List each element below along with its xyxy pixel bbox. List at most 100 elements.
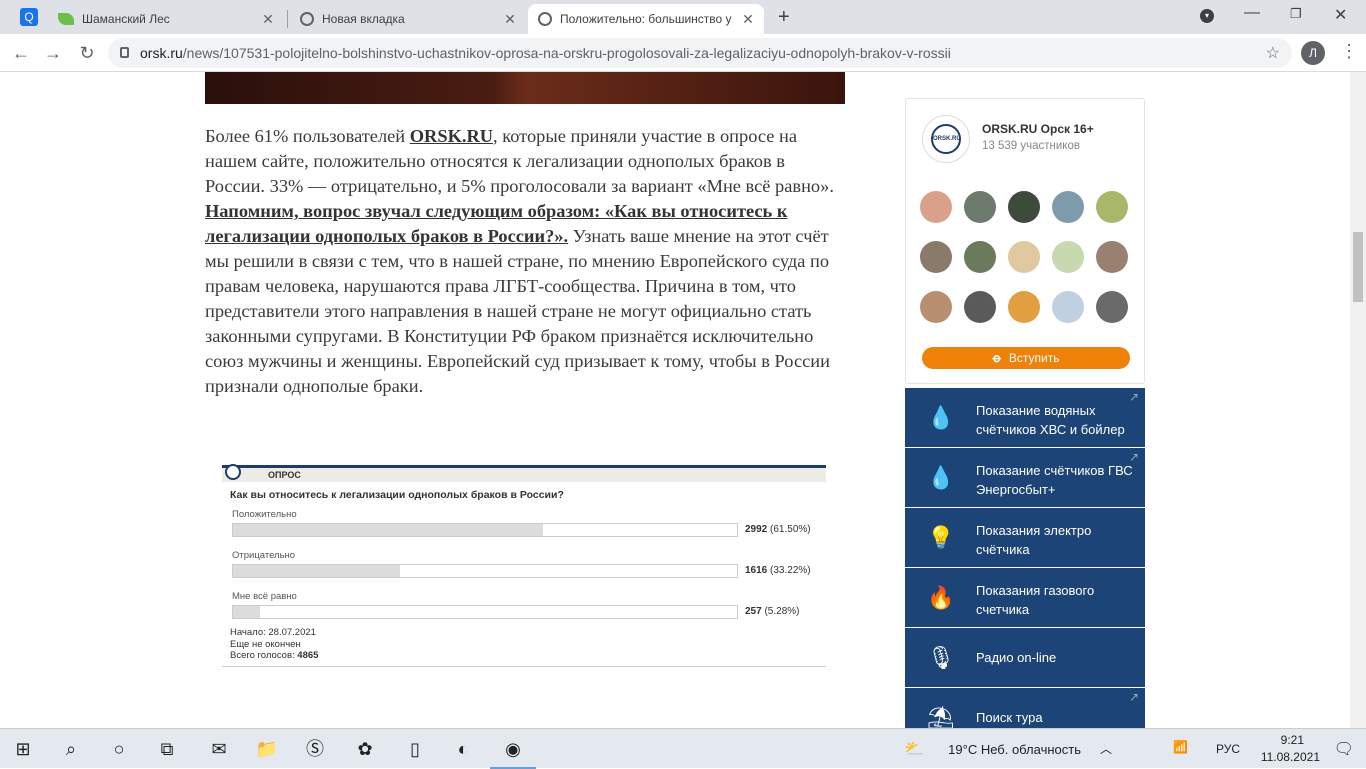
group-name[interactable]: ORSK.RU Орск 16+ <box>982 122 1094 136</box>
bookmark-star-icon[interactable]: ☆ <box>1266 43 1280 63</box>
ok-group-widget: ORSK.RU ORSK.RU Орск 16+ 13 539 участник… <box>905 98 1145 384</box>
member-avatar[interactable] <box>920 291 952 323</box>
web-page: Более 61% пользователей ORSK.RU, которые… <box>0 72 1350 728</box>
member-avatar[interactable] <box>1052 191 1084 223</box>
tab-new-tab[interactable]: Новая вкладка ✕ <box>290 4 526 34</box>
member-avatar[interactable] <box>964 191 996 223</box>
close-icon[interactable]: ✕ <box>260 11 276 27</box>
light-bulb-icon: 💡 <box>927 525 955 550</box>
back-button[interactable]: ← <box>8 40 34 66</box>
page-scrollbar[interactable] <box>1350 72 1366 728</box>
service-water-hvs[interactable]: 💧 Показание водяных счётчиков ХВС и бойле… <box>905 388 1145 447</box>
article-hero-image <box>205 72 845 104</box>
language-indicator[interactable]: РУС <box>1216 742 1240 756</box>
member-avatar[interactable] <box>1096 191 1128 223</box>
poll-bar-fill <box>233 524 543 536</box>
close-window-button[interactable]: ✕ <box>1334 5 1347 25</box>
ok-icon: ꝋ <box>992 351 1001 365</box>
profile-avatar[interactable]: Л <box>1301 41 1325 65</box>
group-members-count: 13 539 участников <box>982 140 1080 152</box>
weather-text[interactable]: 19°C Неб. облачность <box>948 742 1081 757</box>
close-icon[interactable]: ✕ <box>740 11 756 27</box>
poll-option: Отрицательно 1616 (33.22%) <box>232 550 812 578</box>
tab-shamansky-les[interactable]: Шаманский Лес ✕ <box>48 4 284 34</box>
file-explorer-icon[interactable]: 📁 <box>244 729 290 769</box>
scrollbar-thumb[interactable] <box>1353 232 1363 302</box>
member-avatar[interactable] <box>964 291 996 323</box>
clock-time[interactable]: 9:21 <box>1281 733 1304 747</box>
address-bar[interactable]: orsk.ru/news/107531-polojitelno-bolshins… <box>108 38 1292 68</box>
member-avatar[interactable] <box>1008 191 1040 223</box>
poll-meta: Начало: 28.07.2021 Еще не окончен Всего … <box>230 627 318 662</box>
poll-bar <box>232 605 738 619</box>
minimize-button[interactable]: — <box>1244 4 1260 22</box>
tab-search-icon[interactable]: ▾ <box>1200 9 1214 23</box>
member-avatar[interactable] <box>1008 291 1040 323</box>
poll-option-label: Положительно <box>232 509 297 520</box>
task-view-icon[interactable]: ⧉ <box>144 729 190 769</box>
clock-date[interactable]: 11.08.2021 <box>1261 750 1320 764</box>
member-avatar[interactable] <box>920 241 952 273</box>
group-logo-text: ORSK.RU <box>931 124 961 154</box>
service-electricity[interactable]: 💡 Показания электро счётчика <box>905 508 1145 567</box>
chrome-icon[interactable]: ◉ <box>490 729 536 769</box>
service-label: Поиск тура <box>976 710 1043 725</box>
poll-header: ОПРОС <box>222 465 826 482</box>
member-avatar[interactable] <box>1096 291 1128 323</box>
search-icon[interactable]: ⌕ <box>48 729 94 769</box>
url-text: orsk.ru/news/107531-polojitelno-bolshins… <box>140 45 951 61</box>
orsk-logo-icon <box>225 464 241 480</box>
close-icon[interactable]: ✕ <box>502 11 518 27</box>
poll-option-label: Мне всё равно <box>232 591 297 602</box>
member-avatar[interactable] <box>1052 291 1084 323</box>
poll-option-count: 2992 (61.50%) <box>745 524 811 535</box>
member-avatar[interactable] <box>964 241 996 273</box>
service-water-gvs[interactable]: 💧 Показание счётчиков ГВС Энергосбыт+ ↗ <box>905 448 1145 507</box>
service-label: Радио on-line <box>976 650 1057 665</box>
member-avatar[interactable] <box>1052 241 1084 273</box>
edge-icon[interactable]: ◐ <box>440 729 486 769</box>
member-avatar[interactable] <box>1008 241 1040 273</box>
poll-bar <box>232 523 738 537</box>
game-icon[interactable]: ✿ <box>342 729 388 769</box>
service-radio[interactable]: 🎙 Радио on-line <box>905 628 1145 687</box>
tab-current-article[interactable]: Положительно: большинство у ✕ <box>528 4 764 34</box>
cortana-icon[interactable]: ○ <box>96 729 142 769</box>
mail-icon[interactable]: ✉ <box>196 729 242 769</box>
join-button[interactable]: ꝋ Вступить <box>922 347 1130 369</box>
chrome-icon <box>300 12 314 26</box>
notifications-icon[interactable]: 🗨 <box>1334 739 1354 759</box>
poll-result-image: ОПРОС Как вы относитесь к легализации од… <box>222 457 828 669</box>
external-arrow-icon: ↗ <box>1128 390 1139 404</box>
new-tab-button[interactable]: + <box>778 6 790 29</box>
member-avatar[interactable] <box>1096 241 1128 273</box>
chevron-up-icon[interactable]: ︿ <box>1100 740 1112 757</box>
member-avatar[interactable] <box>920 191 952 223</box>
menu-icon[interactable]: ⋮ <box>1340 42 1358 60</box>
poll-start-date: Начало: 28.07.2021 <box>230 627 316 638</box>
skype-icon[interactable]: Ⓢ <box>292 729 338 769</box>
service-label: Показания электро счётчика <box>976 523 1092 557</box>
service-label: Показания газового счетчика <box>976 583 1095 617</box>
article-text: Узнать ваше мнение на этот счёт мы решил… <box>205 226 830 396</box>
poll-bar-fill <box>233 606 260 618</box>
microphone-icon: 🎙 <box>927 645 955 670</box>
service-label: Показание счётчиков ГВС Энергосбыт+ <box>976 463 1133 497</box>
service-gas[interactable]: 🔥 Показания газового счетчика <box>905 568 1145 627</box>
network-icon[interactable]: 📶 <box>1173 740 1188 754</box>
service-label: Показание водяных счётчиков ХВС и бойлер <box>976 403 1125 437</box>
services-menu: 💧 Показание водяных счётчиков ХВС и бойле… <box>905 388 1145 728</box>
poll-status: Еще не окончен <box>230 638 301 650</box>
leaf-icon <box>58 13 74 25</box>
reload-button[interactable]: ↻ <box>74 40 100 66</box>
restore-button[interactable]: ❐ <box>1290 6 1302 22</box>
forward-button[interactable]: → <box>40 40 66 66</box>
globe-icon <box>538 12 552 26</box>
tab-title: Положительно: большинство у <box>560 12 732 26</box>
external-arrow-icon: ↗ <box>1128 690 1139 704</box>
orsk-link[interactable]: ORSK.RU <box>410 126 493 146</box>
service-tour-search[interactable]: ⛱ Поиск тура ↗ <box>905 688 1145 728</box>
start-button[interactable]: ⊞ <box>0 729 46 769</box>
notepad-icon[interactable]: ▯ <box>392 729 438 769</box>
group-logo[interactable]: ORSK.RU <box>922 115 970 163</box>
